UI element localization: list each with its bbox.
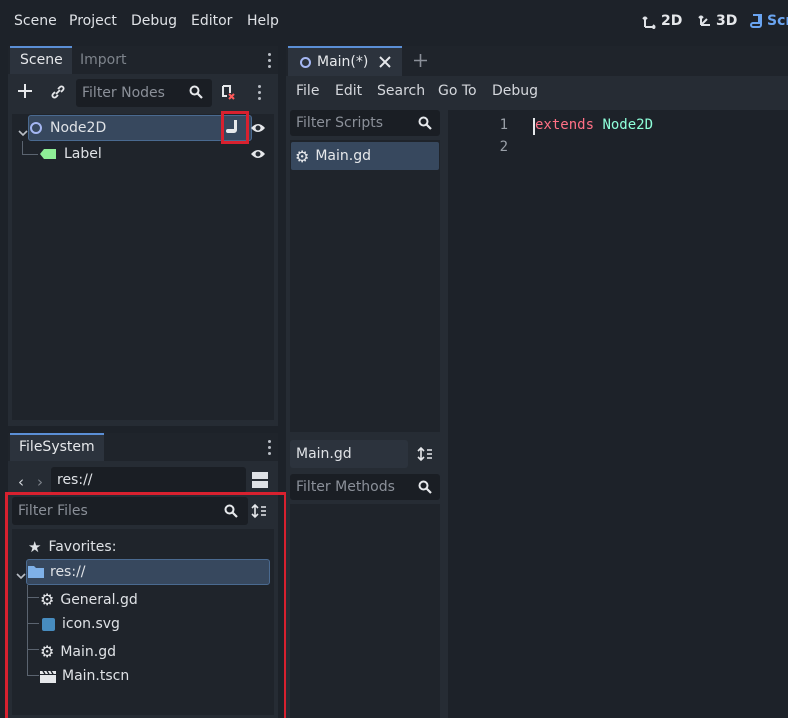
node-node2d: Node2D bbox=[30, 120, 106, 136]
visibility-eye-icon[interactable] bbox=[250, 121, 266, 139]
path-field[interactable]: res:// bbox=[51, 467, 246, 493]
collapse-arrow-icon[interactable] bbox=[18, 125, 28, 141]
path-text: res:// bbox=[57, 472, 93, 488]
detach-script-button[interactable] bbox=[220, 84, 236, 104]
node2d-icon bbox=[300, 56, 311, 68]
scene-dock: Scene Import Filter Nodes Node2D Label bbox=[8, 46, 278, 426]
main-menubar: Scene Project Debug Editor Help 2D 3D Sc… bbox=[0, 0, 788, 44]
add-node-button[interactable] bbox=[17, 83, 33, 103]
search-icon bbox=[418, 116, 432, 134]
menu-scene[interactable]: Scene bbox=[14, 13, 57, 29]
link-icon bbox=[51, 85, 65, 99]
menu-help[interactable]: Help bbox=[247, 13, 279, 29]
sort-methods-button[interactable] bbox=[417, 446, 433, 466]
script-menu-debug[interactable]: Debug bbox=[492, 83, 538, 99]
tree-line bbox=[22, 154, 38, 155]
code-editor[interactable] bbox=[448, 110, 788, 718]
visibility-eye-icon[interactable] bbox=[250, 147, 266, 165]
scene-tree-menu-icon[interactable] bbox=[258, 85, 262, 103]
node-name: Label bbox=[64, 146, 102, 162]
script-icon bbox=[750, 14, 762, 28]
mode-script-label: Scr bbox=[767, 13, 788, 29]
line-number: 2 bbox=[499, 139, 508, 155]
tab-label: Main(*) bbox=[317, 54, 369, 70]
script-menu-file[interactable]: File bbox=[296, 83, 319, 99]
code-keyword: extends bbox=[535, 117, 595, 133]
script-name: Main.gd bbox=[315, 148, 371, 164]
mode-2d-label: 2D bbox=[661, 13, 683, 29]
code-type: Node2D bbox=[602, 117, 654, 133]
split-view-toggle[interactable] bbox=[252, 472, 268, 492]
script-menu-goto[interactable]: Go To bbox=[438, 83, 477, 99]
filesystem-menu-icon[interactable] bbox=[268, 440, 272, 458]
3d-icon bbox=[698, 15, 710, 26]
method-list bbox=[290, 504, 440, 718]
forward-arrow-icon[interactable]: › bbox=[37, 473, 43, 491]
search-icon bbox=[189, 85, 203, 103]
mode-2d-button[interactable]: 2D bbox=[642, 13, 682, 29]
back-arrow-icon[interactable]: ‹ bbox=[18, 473, 24, 491]
filter-nodes-placeholder: Filter Nodes bbox=[82, 85, 165, 101]
menu-debug[interactable]: Debug bbox=[131, 13, 177, 29]
mode-3d-button[interactable]: 3D bbox=[697, 13, 737, 29]
gear-icon: ⚙ bbox=[295, 146, 310, 166]
sort-icon bbox=[417, 446, 432, 462]
add-scene-tab-button[interactable] bbox=[413, 53, 428, 72]
instance-scene-button[interactable] bbox=[50, 84, 66, 104]
plus-icon bbox=[18, 84, 32, 98]
code-line-1: extends Node2D bbox=[535, 117, 653, 133]
filesystem-highlight-box bbox=[5, 492, 287, 718]
tab-scene[interactable]: Scene bbox=[10, 46, 72, 74]
search-icon bbox=[418, 480, 432, 498]
filter-scripts-placeholder: Filter Scripts bbox=[296, 115, 384, 131]
scene-dock-menu-icon[interactable] bbox=[268, 53, 272, 71]
script-menu-edit[interactable]: Edit bbox=[335, 83, 362, 99]
menu-project[interactable]: Project bbox=[69, 13, 117, 29]
menu-editor[interactable]: Editor bbox=[191, 13, 232, 29]
current-script-name: Main.gd bbox=[296, 446, 352, 462]
detach-script-icon bbox=[222, 85, 235, 100]
close-icon[interactable] bbox=[379, 56, 392, 68]
tab-import[interactable]: Import bbox=[80, 52, 126, 68]
label-icon bbox=[40, 149, 56, 159]
node-label[interactable]: Label bbox=[40, 146, 102, 162]
tab-filesystem[interactable]: FileSystem bbox=[10, 433, 104, 461]
filter-methods-placeholder: Filter Methods bbox=[296, 479, 395, 495]
tree-line bbox=[22, 141, 23, 154]
plus-icon bbox=[414, 54, 427, 67]
node-name: Node2D bbox=[50, 120, 107, 136]
current-script-label: Main.gd bbox=[290, 440, 408, 468]
mode-3d-label: 3D bbox=[716, 13, 738, 29]
split-icon bbox=[252, 472, 268, 488]
tab-main-scene[interactable]: Main(*) bbox=[288, 46, 402, 76]
script-list-item[interactable]: ⚙ Main.gd bbox=[291, 142, 439, 170]
node2d-icon bbox=[30, 122, 42, 134]
script-highlight-box bbox=[221, 111, 249, 144]
2d-icon bbox=[642, 16, 656, 29]
line-number: 1 bbox=[499, 117, 508, 133]
script-menu-search[interactable]: Search bbox=[377, 83, 425, 99]
mode-script-button[interactable]: Scr bbox=[750, 13, 788, 29]
script-list bbox=[290, 140, 440, 432]
